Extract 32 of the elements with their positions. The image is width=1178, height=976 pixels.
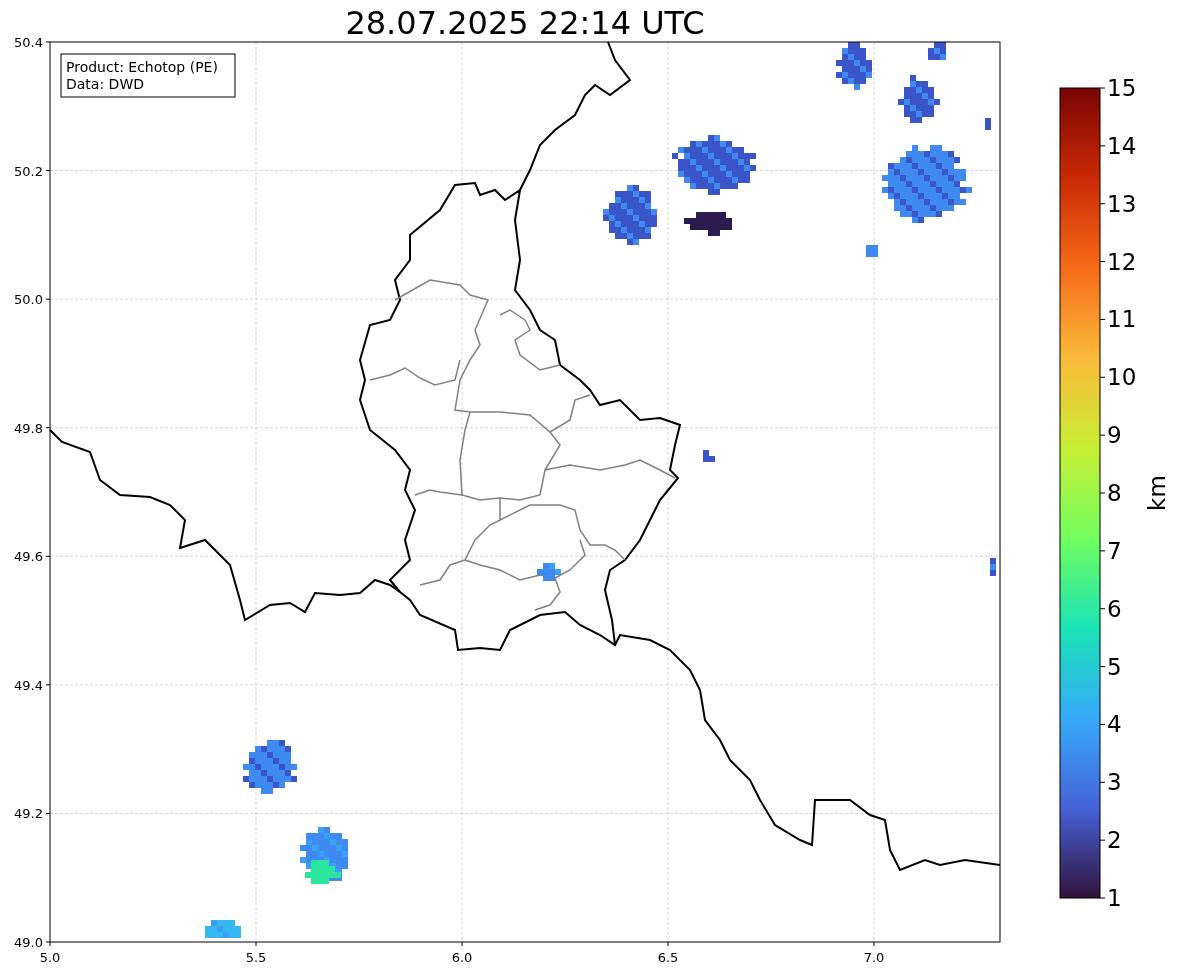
axis-tick-label: 5.0: [39, 950, 61, 965]
axis-tick-label: 49.0: [14, 935, 43, 950]
colorbar-tick-label: 6: [1107, 595, 1122, 622]
axis-tick-label: 6.5: [657, 950, 679, 965]
colorbar-tick-label: 4: [1107, 711, 1122, 738]
axis-tick-label: 49.8: [14, 420, 43, 436]
colorbar-tick-label: 10: [1107, 364, 1137, 391]
colorbar-tick-label: 13: [1107, 190, 1137, 217]
colorbar-tick-label: 12: [1107, 248, 1137, 275]
colorbar-tick-label: 3: [1107, 769, 1122, 796]
info-text: Product: Echotop (PE): [66, 59, 218, 75]
axis-tick-label: 7.0: [863, 950, 885, 965]
colorbar-tick-label: 11: [1107, 306, 1137, 333]
axis-tick-label: 49.6: [14, 549, 43, 565]
axis-tick-label: 49.2: [14, 806, 43, 822]
axis-tick-label: 50.4: [14, 35, 43, 50]
info-text: Data: DWD: [66, 76, 144, 92]
colorbar-tick-label: 14: [1107, 132, 1137, 159]
colorbar-tick-label: 7: [1107, 537, 1122, 564]
colorbar-tick-label: 15: [1107, 75, 1137, 101]
colorbar-tick-label: 9: [1107, 422, 1122, 449]
colorbar-label: km: [1144, 475, 1170, 511]
colorbar-tick-label: 5: [1107, 653, 1122, 680]
axis-tick-label: 49.4: [14, 677, 43, 693]
axis-tick-label: 5.5: [245, 950, 267, 965]
colorbar-tick-label: 1: [1107, 885, 1122, 911]
axis-tick-label: 50.0: [14, 292, 43, 308]
plot-title: 28.07.2025 22:14 UTC: [345, 4, 705, 42]
axis-tick-label: 6.0: [451, 950, 473, 965]
colorbar-tick-label: 8: [1107, 480, 1122, 506]
colorbar-tick-label: 2: [1107, 827, 1122, 854]
axis-tick-label: 50.2: [14, 163, 43, 179]
